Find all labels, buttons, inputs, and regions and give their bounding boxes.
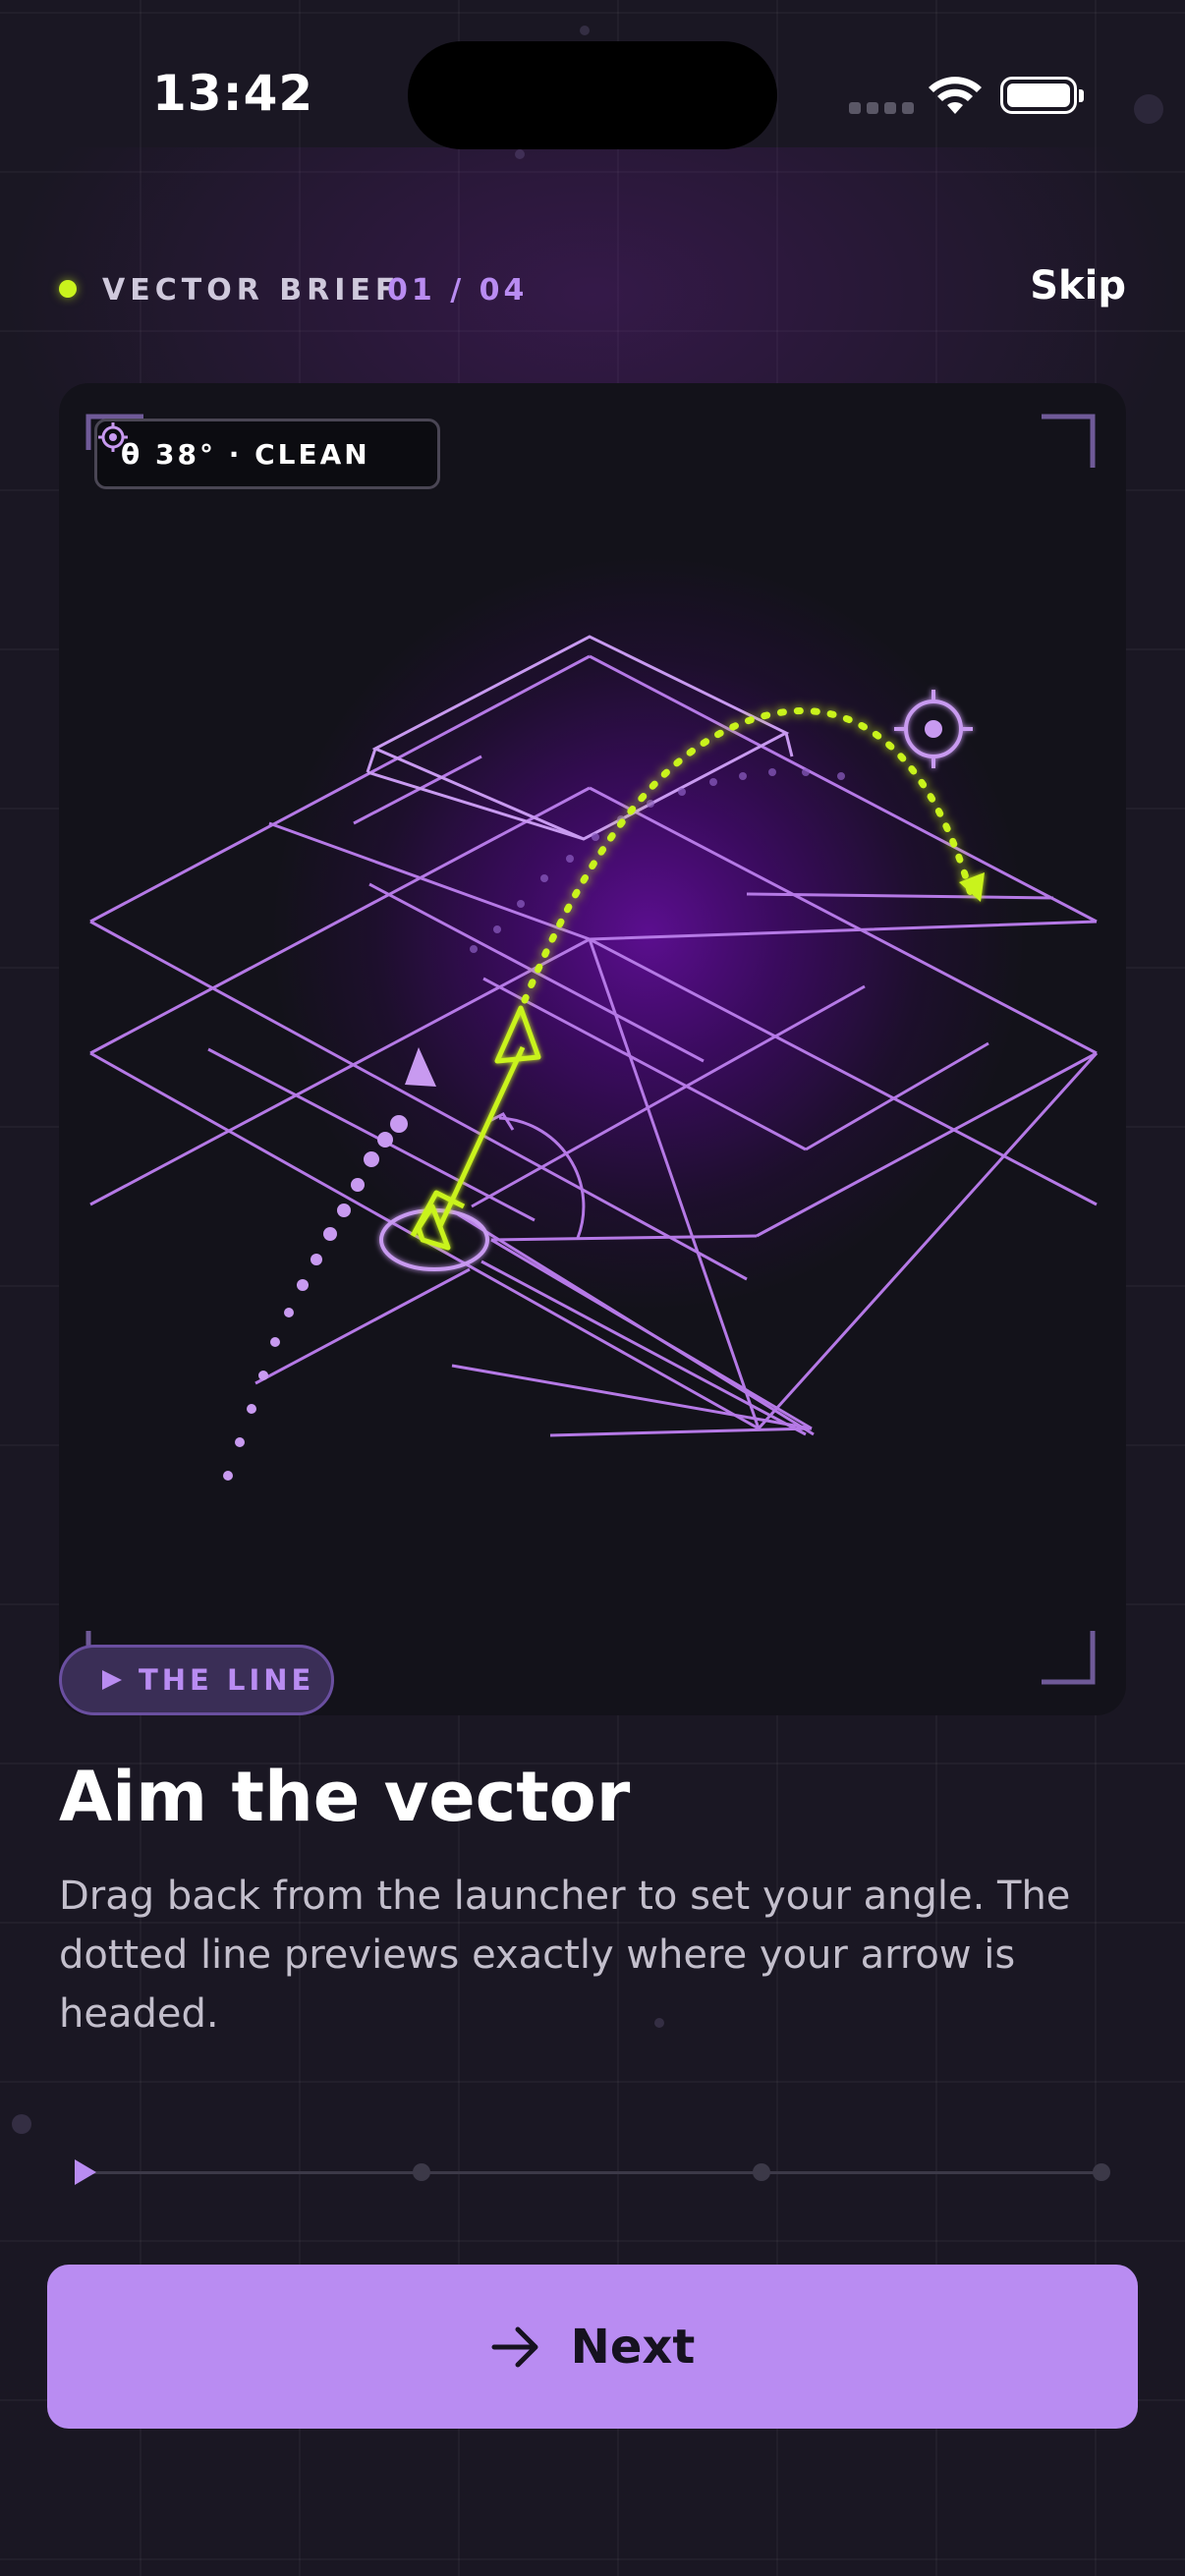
- pullback-trail: [223, 1115, 408, 1481]
- progress-current-marker: [75, 2159, 96, 2185]
- dust-particle: [12, 2114, 31, 2134]
- angle-arc: [498, 1116, 586, 1239]
- battery-icon: [1000, 77, 1084, 114]
- illustration-card: θ 38° · CLEAN: [59, 383, 1126, 1715]
- progress-dot: [753, 2163, 770, 2181]
- arrow-right-icon: [491, 2326, 538, 2367]
- wifi-icon: [929, 77, 982, 114]
- brief-label: VECTOR BRIEF: [102, 273, 401, 308]
- status-indicator-dot: [59, 280, 77, 298]
- skip-button[interactable]: Skip: [1030, 263, 1126, 308]
- dust-particle: [515, 149, 525, 159]
- step-counter: 01 / 04: [387, 273, 529, 308]
- isometric-grid: [89, 654, 1099, 1437]
- page-title: Aim the vector: [59, 1757, 631, 1837]
- progress-dot: [1093, 2163, 1110, 2181]
- target-icon: [98, 422, 128, 452]
- next-button-label: Next: [570, 2319, 696, 2375]
- play-icon: [102, 1670, 122, 1690]
- dust-particle: [1134, 94, 1163, 124]
- frame-corners: [85, 414, 1096, 1685]
- dust-particle: [580, 26, 590, 35]
- launcher-ring: [379, 1208, 489, 1271]
- pullback-arrowhead: [405, 1047, 436, 1087]
- step-chip: THE LINE: [59, 1645, 334, 1715]
- dynamic-island: [408, 41, 777, 149]
- angle-readout: θ 38° · CLEAN: [121, 437, 370, 471]
- next-button[interactable]: Next: [47, 2265, 1138, 2429]
- vector-illustration: [85, 414, 1099, 1685]
- step-chip-label: THE LINE: [139, 1663, 315, 1697]
- progress-track: [85, 2171, 1102, 2174]
- raised-block: [366, 635, 794, 841]
- progress-dot: [413, 2163, 430, 2181]
- angle-readout-badge: θ 38° · CLEAN: [94, 419, 440, 489]
- page-description: Drag back from the launcher to set your …: [59, 1874, 1071, 2037]
- status-time: 13:42: [152, 65, 314, 122]
- cellular-signal-icon: [849, 102, 914, 114]
